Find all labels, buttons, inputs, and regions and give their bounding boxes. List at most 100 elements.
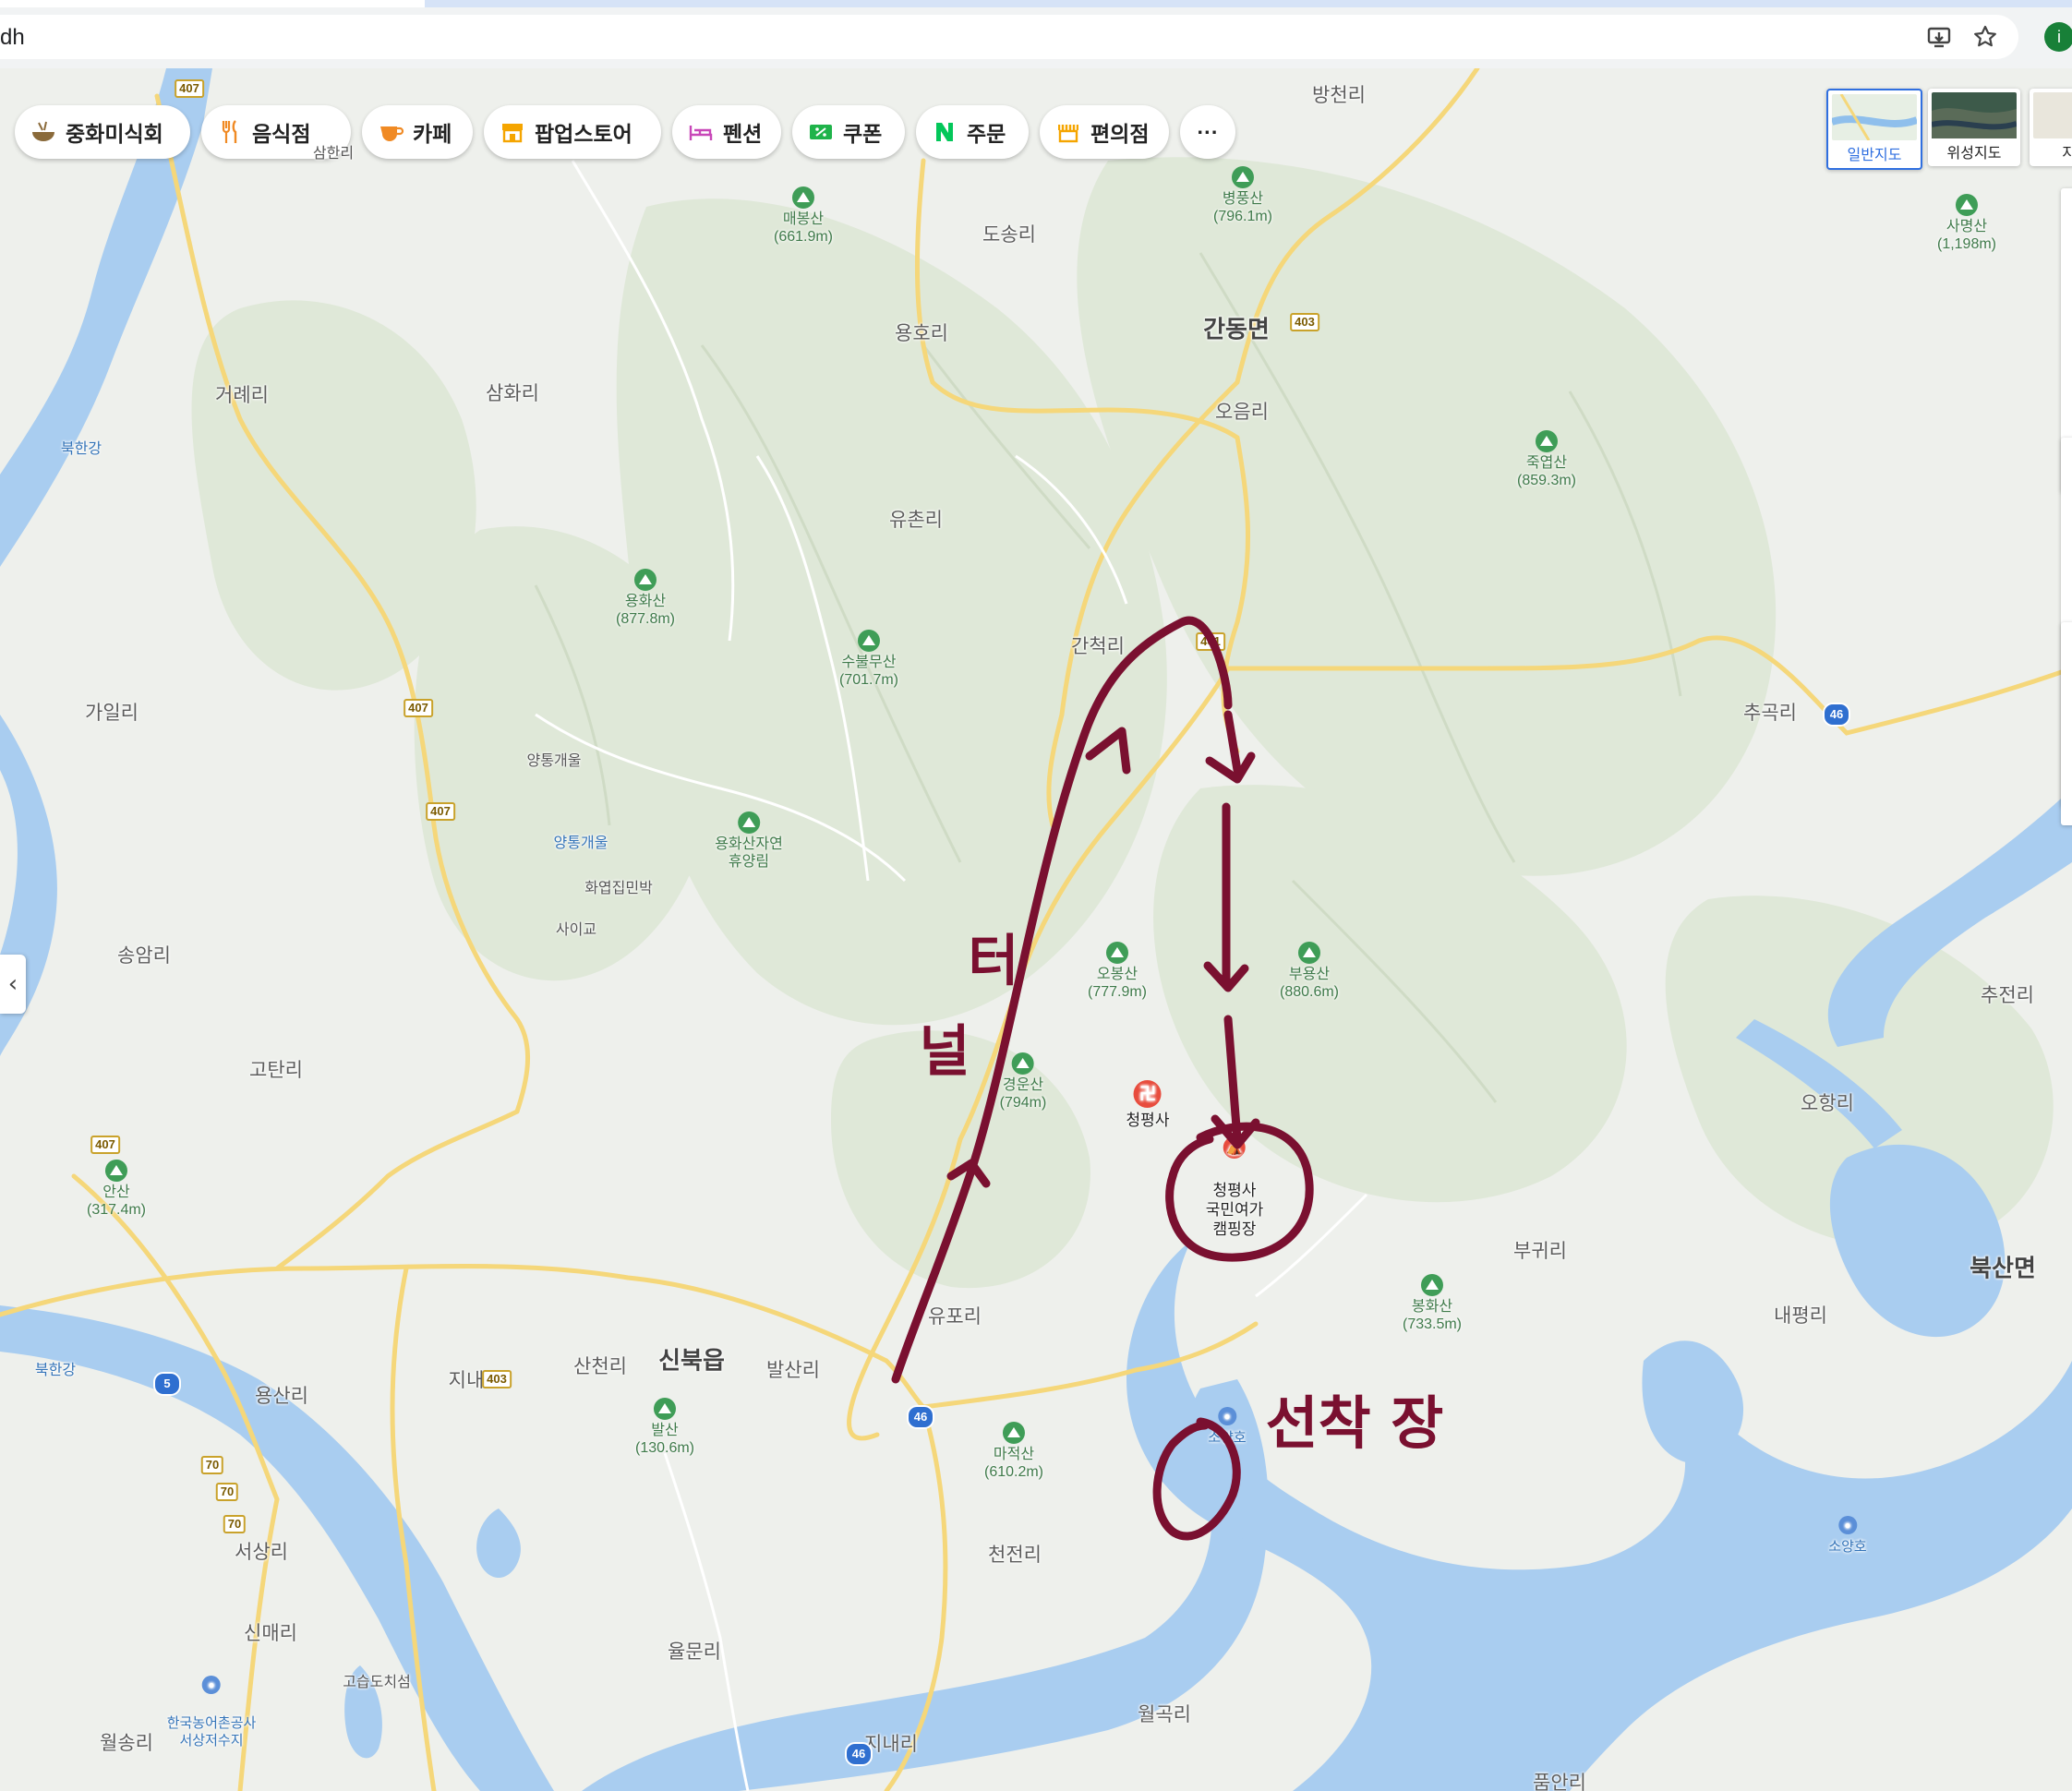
- mountain-marker[interactable]: 마적산 (610.2m): [984, 1422, 1043, 1481]
- category-label: 중화미식회: [66, 122, 163, 146]
- map-canvas[interactable]: 중화미식회 음식점 카페 팝업스토어 펜션 쿠폰 주문 편의점 ··· 일반지도…: [0, 68, 2072, 1791]
- handwritten-pier-label: 선착 장: [1265, 1389, 1444, 1457]
- handwritten-tunnel-char-1: 터: [968, 929, 1019, 994]
- map-type-terrain[interactable]: 지형: [2030, 89, 2072, 166]
- map-type-satellite[interactable]: 위성지도: [1928, 89, 2020, 166]
- mountain-icon: [858, 630, 880, 652]
- place-label: 삼화리: [486, 383, 539, 404]
- mountain-marker[interactable]: 수불무산 (701.7m): [839, 630, 898, 689]
- place-label: 유포리: [928, 1306, 982, 1328]
- place-label-small: 사이교: [555, 922, 597, 938]
- address-bar-text: dh: [0, 25, 25, 50]
- place-label-small: 화엽집민박: [584, 881, 653, 896]
- mountain-icon: [1003, 1422, 1025, 1444]
- highway-shield: 46: [1823, 703, 1850, 727]
- place-label: 서상리: [235, 1542, 288, 1563]
- handwritten-tunnel-char-2: 널: [919, 1019, 970, 1085]
- place-label: 율문리: [668, 1641, 721, 1663]
- highway-shield: 46: [845, 1742, 873, 1766]
- mountain-marker[interactable]: 부용산 (880.6m): [1280, 942, 1339, 1001]
- place-label: 월송리: [100, 1733, 153, 1754]
- camping-poi[interactable]: ⛺ 청평사 국민여가 캠핑장: [1206, 1117, 1263, 1239]
- place-label: 거례리: [215, 385, 269, 406]
- place-label: 고탄리: [249, 1060, 303, 1081]
- temple-poi[interactable]: 卍 청평사: [1126, 1080, 1169, 1130]
- category-label: 쿠폰: [843, 122, 883, 146]
- bed-icon: [689, 126, 713, 140]
- mountain-marker[interactable]: 매봉산 (661.9m): [774, 186, 833, 246]
- mountain-icon: [654, 1398, 676, 1420]
- bowl-icon: [32, 121, 54, 141]
- mountain-marker[interactable]: 경운산 (794m): [1000, 1052, 1046, 1112]
- mountain-marker[interactable]: 사명산 (1,198m): [1937, 194, 1996, 253]
- place-label-small: 고습도치섬: [343, 1675, 411, 1690]
- category-label: 음식점: [252, 122, 311, 146]
- category-chip-order[interactable]: 주문: [916, 105, 1029, 159]
- district-label: 북산면: [1970, 1254, 2036, 1282]
- mountain-marker[interactable]: 용화산자연 휴양림: [715, 811, 783, 871]
- map-type-normal[interactable]: 일반지도: [1826, 89, 1922, 170]
- place-label: 오음리: [1215, 402, 1269, 423]
- place-label: 송암리: [117, 945, 171, 967]
- place-label-small: 양통개울: [526, 753, 582, 769]
- place-label: 부귀리: [1513, 1241, 1567, 1262]
- tab-strip: [0, 0, 2072, 7]
- coupon-icon: [810, 125, 832, 139]
- mountain-marker[interactable]: 안산 (317.4m): [87, 1160, 146, 1219]
- bookmark-star-icon[interactable]: [1969, 20, 2002, 54]
- category-chip-cafe[interactable]: 카페: [362, 105, 473, 159]
- category-chip-coupon[interactable]: 쿠폰: [792, 105, 905, 159]
- terrain-map-thumbnail: [2033, 92, 2072, 138]
- map-layers-panel[interactable]: [2061, 622, 2072, 825]
- more-categories-button[interactable]: ···: [1180, 105, 1235, 159]
- route-shield: 407: [90, 1136, 120, 1154]
- place-label: 월곡리: [1138, 1704, 1191, 1725]
- category-label: 편의점: [1090, 122, 1150, 146]
- route-shield: 403: [482, 1370, 512, 1388]
- lake-poi[interactable]: ● 소양호: [1208, 1407, 1247, 1448]
- fork-knife-icon: [222, 120, 237, 143]
- stream-label: 양통개울: [553, 835, 608, 851]
- browser-toolbar: dh i: [0, 0, 2072, 68]
- mountain-marker[interactable]: 죽엽산 (859.3m): [1517, 430, 1576, 489]
- category-chip-convenience-store[interactable]: 편의점: [1040, 105, 1169, 159]
- install-app-icon[interactable]: [1922, 20, 1956, 54]
- lake-poi[interactable]: ● 소양호: [1828, 1516, 1867, 1557]
- mountain-icon: [1536, 430, 1558, 452]
- place-label: 용산리: [255, 1386, 308, 1407]
- address-bar[interactable]: [0, 15, 2018, 59]
- convenience-store-icon: [1058, 125, 1078, 143]
- active-tab[interactable]: [0, 0, 425, 7]
- route-shield: 407: [404, 699, 433, 717]
- route-shield: 407: [426, 802, 455, 821]
- district-label: 신북읍: [658, 1346, 725, 1375]
- mountain-marker[interactable]: 용화산 (877.8m): [616, 569, 675, 628]
- mountain-icon: [1956, 194, 1978, 216]
- mountain-icon: [1106, 942, 1128, 964]
- mountain-icon: [1421, 1274, 1443, 1296]
- reservoir-poi[interactable]: ● 한국농어촌공사 서상저수지: [167, 1658, 256, 1749]
- map-type-label: 위성지도: [1946, 146, 2002, 162]
- route-shield: 70: [223, 1515, 247, 1533]
- place-label: 발산리: [766, 1360, 820, 1381]
- route-shield: 70: [200, 1456, 224, 1474]
- category-label: 팝업스토어: [535, 122, 632, 146]
- mountain-marker[interactable]: 발산 (130.6m): [635, 1398, 694, 1457]
- mountain-icon: [792, 186, 814, 209]
- place-label: 간척리: [1071, 636, 1125, 657]
- map-type-label: 일반지도: [1847, 148, 1902, 163]
- sidebar-toggle-button[interactable]: ‹: [0, 955, 26, 1014]
- mountain-marker[interactable]: 오봉산 (777.9m): [1088, 942, 1147, 1001]
- chevron-left-icon: ‹: [7, 970, 18, 998]
- mountain-marker[interactable]: 봉화산 (733.5m): [1403, 1274, 1462, 1333]
- normal-map-thumbnail: [1830, 93, 1919, 141]
- mountain-marker[interactable]: 병풍산 (796.1m): [1213, 166, 1272, 225]
- category-chip-pension[interactable]: 펜션: [672, 105, 781, 159]
- category-chip-chinese[interactable]: 중화미식회: [15, 105, 190, 159]
- profile-avatar[interactable]: i: [2044, 22, 2072, 52]
- category-label: 주문: [967, 122, 1006, 146]
- naver-n-icon: [936, 123, 953, 141]
- category-chip-popup-store[interactable]: 팝업스토어: [484, 105, 661, 159]
- route-shield: 70: [215, 1483, 239, 1501]
- mountain-icon: [634, 569, 657, 591]
